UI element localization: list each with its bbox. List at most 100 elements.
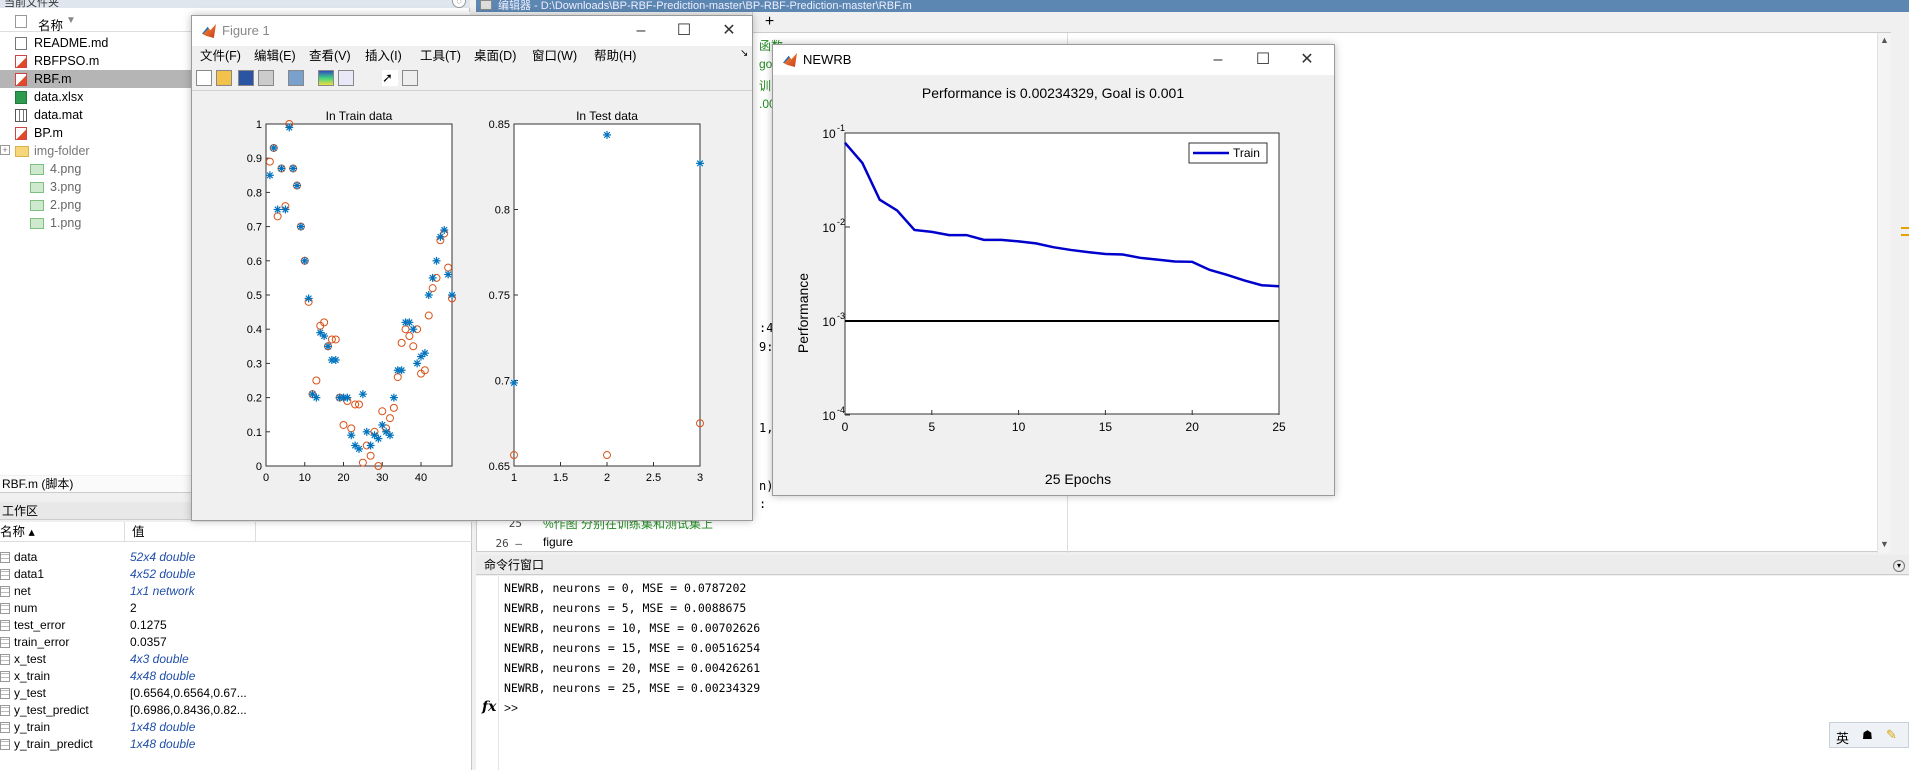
open-file-icon[interactable] [216,70,232,86]
y-tick-base: 10 [822,315,836,329]
figure-menu-item[interactable]: 窗口(W) [532,46,577,66]
variable-name: x_train [14,669,51,683]
variable-value: 1x48 double [130,737,196,751]
minimize-icon[interactable]: – [1203,49,1233,71]
figure-menu-item[interactable]: 帮助(H) [594,46,636,66]
performance-x-label: 25 Epochs [1044,471,1112,487]
file-name: 3.png [50,180,82,194]
figure-title-bar[interactable]: Figure 1 – ☐ ✕ [192,16,752,46]
y-tick-base: 10 [822,221,836,235]
command-output-line: NEWRB, neurons = 20, MSE = 0.00426261 [504,661,761,675]
close-icon[interactable]: ✕ [714,20,744,42]
ime-indicator[interactable]: 英 ☗ ✎ [1829,722,1909,748]
code-fragment[interactable]: : [759,497,766,511]
warning-marker[interactable] [1901,227,1909,229]
ime-language[interactable]: 英 [1836,728,1849,747]
data-point-asterisk [603,130,611,139]
workspace-variable-row[interactable]: train_error 0.0357 [0,634,472,651]
editor-scrollbar[interactable] [1877,33,1891,553]
print-icon[interactable] [258,70,274,86]
file-name: img-folder [34,144,90,158]
data-point-asterisk [300,256,309,265]
workspace-variable-row[interactable]: x_train 4x48 double [0,668,472,685]
workspace-variable-row[interactable]: x_test 4x3 double [0,651,472,668]
file-name: README.md [34,36,109,50]
variable-value: 0.1275 [130,618,167,632]
figure-menu-item[interactable]: 查看(V) [309,46,351,66]
x-tick-label: 25 [1272,420,1286,434]
save-icon[interactable] [238,70,254,86]
code-line[interactable]: figure [543,535,573,549]
sort-arrow-icon[interactable]: ▼ [66,15,76,26]
variable-value: 4x3 double [130,652,189,666]
y-tick-exponent: -2 [837,217,845,227]
menu-dock-icon[interactable]: ↘ [740,48,748,59]
close-icon[interactable]: ✕ [1292,49,1322,71]
figure-1-window[interactable]: Figure 1 – ☐ ✕ 文件(F) 编辑(E) 查看(V) 插入(I) 工具(T)… [191,15,753,521]
y-tick-label: 0.85 [489,119,510,131]
collapse-icon[interactable]: ▾ [1893,560,1905,572]
link-icon[interactable] [288,70,304,86]
y-tick-label: 1 [256,119,262,131]
code-fragment[interactable]: 训 [759,77,771,94]
file-name: BP.m [34,126,63,140]
figure-menu-item[interactable]: 编辑(E) [254,46,296,66]
scroll-down-icon[interactable]: ▼ [1880,539,1889,549]
y-tick-label: 0.7 [495,376,510,388]
workspace-variable-row[interactable]: data 52x4 double [0,549,472,566]
command-prompt[interactable]: >> [504,701,518,715]
folder-icon [15,146,29,157]
workspace-variable-row[interactable]: y_test_predict [0.6986,0.8436,0.82... [0,702,472,719]
matlab-script-icon [15,73,27,86]
minimize-icon[interactable]: – [626,20,656,42]
data-point-asterisk [420,349,429,358]
image-file-icon [30,182,44,193]
workspace-variable-row[interactable]: test_error 0.1275 [0,617,472,634]
colorbar-icon[interactable] [318,70,334,86]
workspace-variable-row[interactable]: y_train_predict 1x48 double [0,736,472,753]
variable-value: [0.6986,0.8436,0.82... [130,703,247,717]
warning-marker[interactable] [1901,234,1909,236]
name-column-header[interactable]: 名称 [38,15,63,34]
data-point-asterisk [285,123,294,132]
variable-icon [0,637,10,648]
data-point-asterisk [389,393,398,402]
x-tick-label: 20 [1186,420,1200,434]
image-file-icon [30,218,44,229]
figure-menu-item[interactable]: 工具(T) [420,46,461,66]
newrb-window[interactable]: NEWRB – ☐ ✕ Performance is 0.00234329, G… [772,44,1335,496]
workspace-variable-row[interactable]: num 2 [0,600,472,617]
data-point-asterisk [296,222,305,231]
figure-menu-item[interactable]: 插入(I) [365,46,402,66]
workspace-variable-row[interactable]: net 1x1 network [0,583,472,600]
y-tick-label: 0.8 [247,187,262,199]
new-tab-button[interactable]: + [752,12,786,32]
property-editor-icon[interactable] [402,70,418,86]
maximize-icon[interactable]: ☐ [669,20,699,42]
expand-folder-icon[interactable]: + [0,145,10,155]
pointer-icon[interactable]: ➚ [382,70,398,86]
data-point-asterisk [405,318,414,327]
workspace-variable-row[interactable]: y_train 1x48 double [0,719,472,736]
editor-icon [480,0,492,10]
workspace-variable-row[interactable]: data1 4x52 double [0,566,472,583]
y-tick-base: 10 [822,127,836,141]
variable-name: data [14,550,38,564]
x-tick-label: 20 [337,472,349,484]
scroll-up-icon[interactable]: ▲ [1880,35,1889,45]
figure-menu-item[interactable]: 桌面(D) [474,46,516,66]
workspace-variable-row[interactable]: y_test [0.6564,0.6564,0.67... [0,685,472,702]
ime-mode-icon[interactable]: ☗ [1862,728,1873,742]
fx-icon[interactable]: fx [482,699,496,715]
newrb-title-bar[interactable]: NEWRB – ☐ ✕ [773,45,1334,75]
workspace-name-header[interactable]: 名称 ▴ [0,522,35,542]
ime-settings-icon[interactable]: ✎ [1886,727,1897,743]
legend-icon[interactable] [338,70,354,86]
workspace-value-header[interactable]: 值 [132,522,145,542]
variable-icon [0,586,10,597]
command-window[interactable]: NEWRB, neurons = 0, MSE = 0.0787202 NEWRB… [476,576,1909,770]
code-fragment[interactable]: go [759,57,772,71]
new-figure-icon[interactable] [196,70,212,86]
maximize-icon[interactable]: ☐ [1248,49,1278,71]
figure-menu-item[interactable]: 文件(F) [200,46,241,66]
